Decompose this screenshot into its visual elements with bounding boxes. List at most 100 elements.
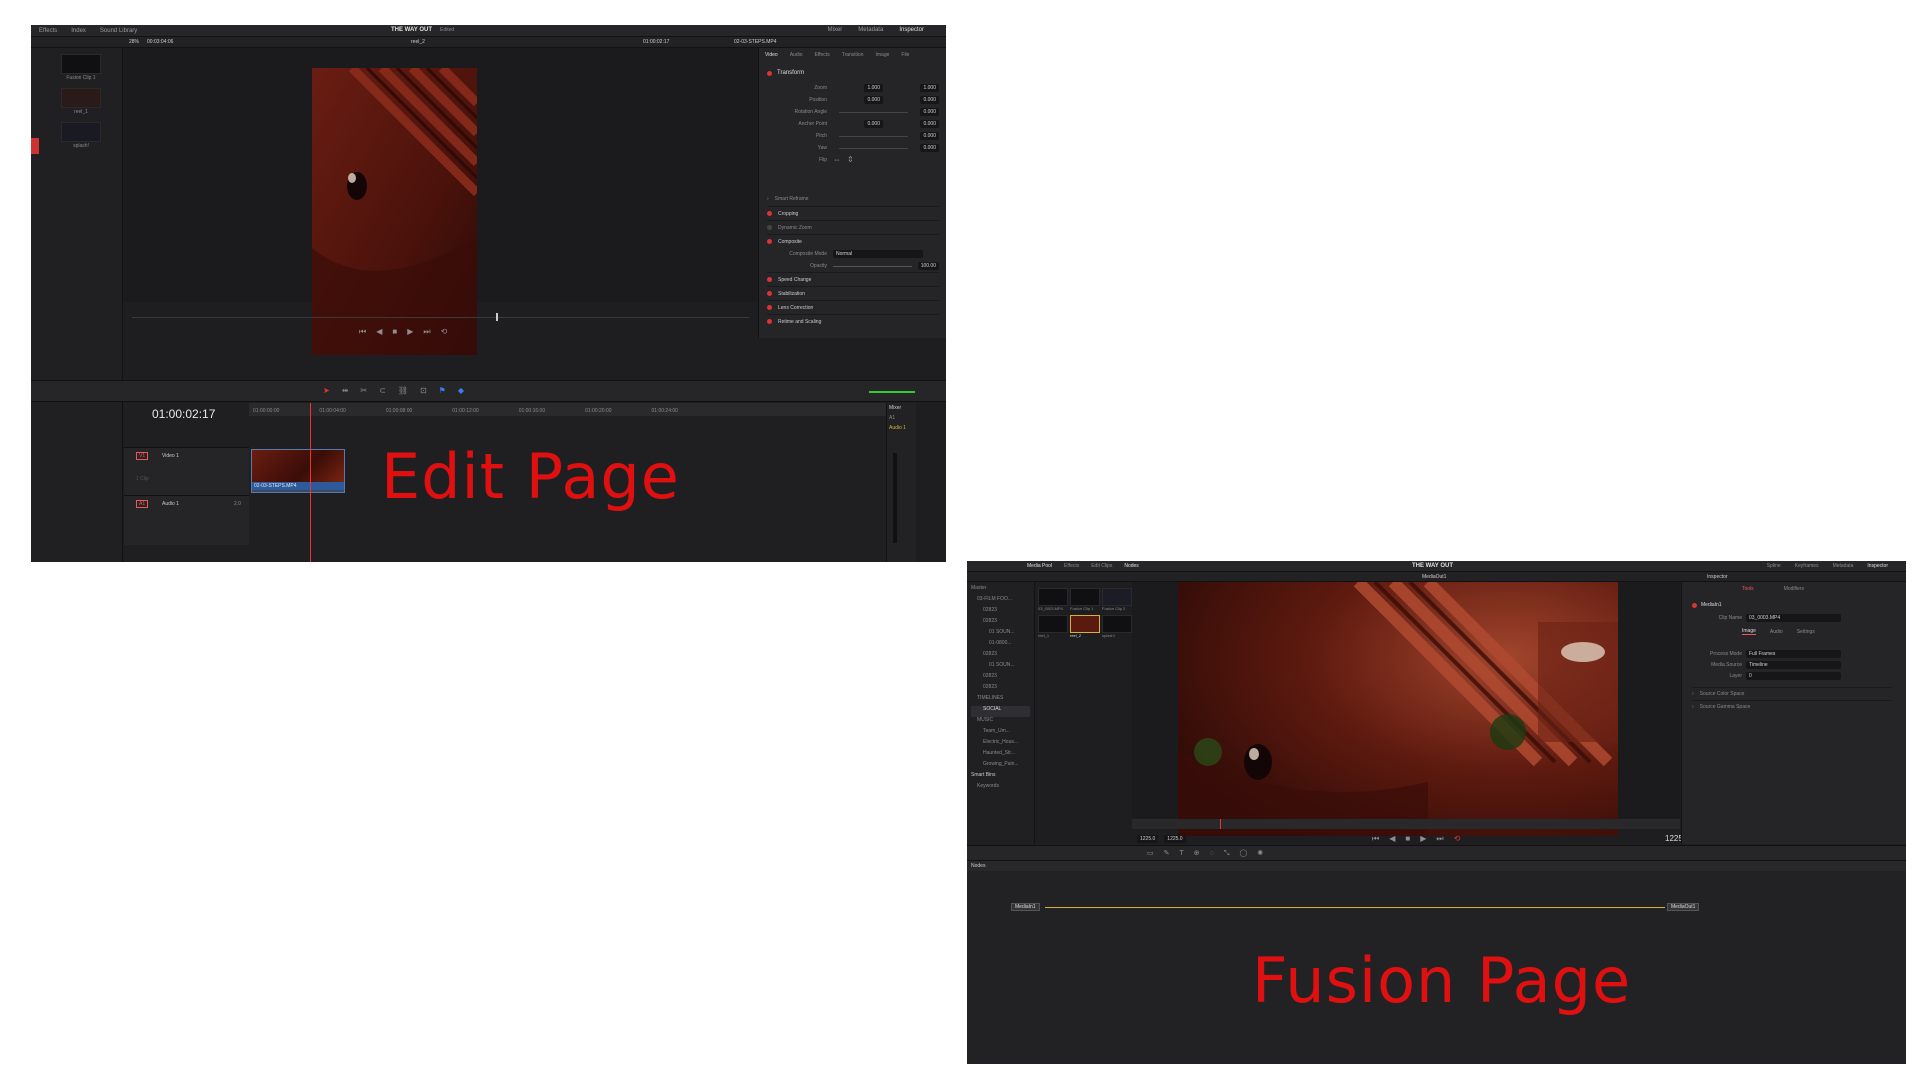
tab-inspector[interactable]: Inspector [1867,563,1888,569]
bin-item[interactable]: 03-FILM FOO... [971,596,1030,607]
background-tool-icon[interactable]: ▭ [1147,850,1154,857]
selection-tool-icon[interactable]: ➤ [323,387,330,395]
composite-mode-select[interactable]: Normal [833,250,923,258]
section-cropping[interactable]: Cropping [767,206,939,220]
audio-level-slider[interactable] [869,391,915,393]
bin-item[interactable]: 01-0800... [971,640,1030,651]
bin-item[interactable]: 01 SOUN... [971,662,1030,673]
flip-horizontal-icon[interactable]: ⇔ [833,156,841,164]
bin-item[interactable]: Team_Um... [971,728,1030,739]
inspector-tab-video[interactable]: Video [765,52,778,58]
snapping-icon[interactable]: ⊂ [379,387,386,395]
enable-dot-icon[interactable] [767,277,772,282]
opacity-field[interactable]: 100.00 [917,262,939,270]
node-media-in[interactable]: MediaIn1 [1011,903,1040,911]
lock-icon[interactable]: ⊡ [420,387,427,395]
rotation-slider[interactable] [839,111,909,113]
bin-item[interactable]: 01 SOUN... [971,629,1030,640]
loop-icon[interactable]: ⟲ [441,328,448,336]
clip-item[interactable]: splash! [1102,615,1132,638]
track-header-v1[interactable]: V1 Video 1 1 Clip [124,447,249,495]
bin-item[interactable]: 02823 [971,618,1030,629]
anchor-x-field[interactable]: 0.000 [864,120,883,128]
tab-metadata[interactable]: Metadata [1833,563,1854,569]
flag-icon[interactable]: ⚑ [439,387,446,395]
zoom-y-field[interactable]: 1.000 [920,84,939,92]
go-to-end-icon[interactable]: ⏭ [1436,835,1443,843]
timeline-ruler[interactable]: 01:00:00:00 01:00:04:00 01:00:08:00 01:0… [249,403,916,416]
opacity-slider[interactable] [833,265,912,267]
link-icon[interactable]: ⛓ [398,387,408,395]
go-to-end-icon[interactable]: ⏭ [423,328,430,336]
tab-effects[interactable]: Effects [1064,563,1079,569]
pitch-field[interactable]: 0.000 [920,132,939,140]
section-speed-change[interactable]: Speed Change [767,272,939,286]
media-pool-item-2[interactable]: reel_1 [61,88,101,115]
inspector-tab-transition[interactable]: Transition [842,52,864,58]
section-composite[interactable]: Composite [767,234,939,248]
fusion-time-ruler[interactable] [1132,819,1680,829]
tab-mixer[interactable]: Mixer [828,27,843,33]
timeline-name[interactable]: reel_2 [411,39,425,45]
play-icon[interactable]: ▶ [1420,835,1426,843]
media-pool-item-3[interactable]: splash! [61,122,101,149]
bin-item[interactable]: 02823 [971,607,1030,618]
inspector-tab-audio[interactable]: Audio [790,52,803,58]
transform-section-header[interactable]: Transform [767,70,804,76]
enable-dot-icon[interactable] [767,291,772,296]
section-lens-correction[interactable]: Lens Correction [767,300,939,314]
go-to-start-icon[interactable]: ⏮ [359,328,366,336]
tab-metadata[interactable]: Metadata [858,27,883,33]
viewer-scrub-playhead[interactable] [496,313,498,321]
viewer-scrub-bar[interactable] [132,317,749,318]
tab-nodes[interactable]: Nodes [1124,563,1138,569]
marker-icon[interactable]: ◆ [458,387,464,395]
text-tool-icon[interactable]: T [1180,850,1184,857]
clip-item[interactable]: reel_1 [1038,615,1068,638]
stop-icon[interactable]: ■ [392,328,397,336]
render-end-field[interactable]: 1225.0 [1164,835,1186,843]
clip-item[interactable]: Fusion Clip 1 [1070,588,1100,611]
paint-tool-icon[interactable]: ✎ [1164,850,1170,857]
position-x-field[interactable]: 0.000 [864,96,883,104]
loop-icon[interactable]: ⟲ [1454,835,1461,843]
go-to-start-icon[interactable]: ⏮ [1372,835,1379,843]
subtab-image[interactable]: Image [1742,628,1756,635]
clip-name-field[interactable]: 03_0003.MP4 [1746,614,1841,622]
tab-sound-library[interactable]: Sound Library [100,28,137,34]
pitch-slider[interactable] [839,135,909,137]
tab-media-pool[interactable]: Media Pool [1027,563,1052,569]
media-pool-item-1[interactable]: Fusion Clip 1 [61,54,101,81]
inspector-tab-image[interactable]: Image [875,52,889,58]
inspector-tab-tools[interactable]: Tools [1742,586,1754,592]
inspector-tab-file[interactable]: File [901,52,909,58]
clip-item[interactable]: 03_0003.MP4 [1038,588,1068,611]
smart-bins-header[interactable]: Smart Bins [971,772,1030,783]
yaw-slider[interactable] [839,147,909,149]
section-smart-reframe[interactable]: › Smart Reframe [767,192,939,206]
bin-item[interactable]: 02823 [971,651,1030,662]
section-retime-scaling[interactable]: Retime and Scaling [767,314,939,328]
anchor-y-field[interactable]: 0.000 [920,120,939,128]
section-source-color-space[interactable]: › Source Color Space [1692,687,1892,700]
play-icon[interactable]: ▶ [407,328,413,336]
merge-tool-icon[interactable]: ⊕ [1194,850,1200,857]
bin-item-keywords[interactable]: Keywords [971,783,1030,794]
enable-dot-icon[interactable] [1692,602,1697,608]
clip-item-selected[interactable]: reel_2 [1070,615,1100,638]
yaw-field[interactable]: 0.000 [920,144,939,152]
transform-tool-icon[interactable]: ⤡ [1224,850,1230,857]
bin-item-selected[interactable]: SOCIAL [971,706,1030,717]
subtab-settings[interactable]: Settings [1797,629,1815,635]
tab-spline[interactable]: Spline [1767,563,1781,569]
tab-edit-clips[interactable]: Edit Clips [1091,563,1112,569]
enable-dot-icon[interactable] [767,239,772,244]
mixer-fader[interactable] [893,453,897,543]
inspector-tab-effects[interactable]: Effects [815,52,830,58]
zoom-level[interactable]: 28% [129,39,139,45]
enable-dot-icon[interactable] [767,70,772,76]
bin-item[interactable]: Haunted_Str... [971,750,1030,761]
play-reverse-icon[interactable]: ◀ [376,328,382,336]
bin-item[interactable]: Electric_Hous... [971,739,1030,750]
zoom-x-field[interactable]: 1.000 [864,84,883,92]
